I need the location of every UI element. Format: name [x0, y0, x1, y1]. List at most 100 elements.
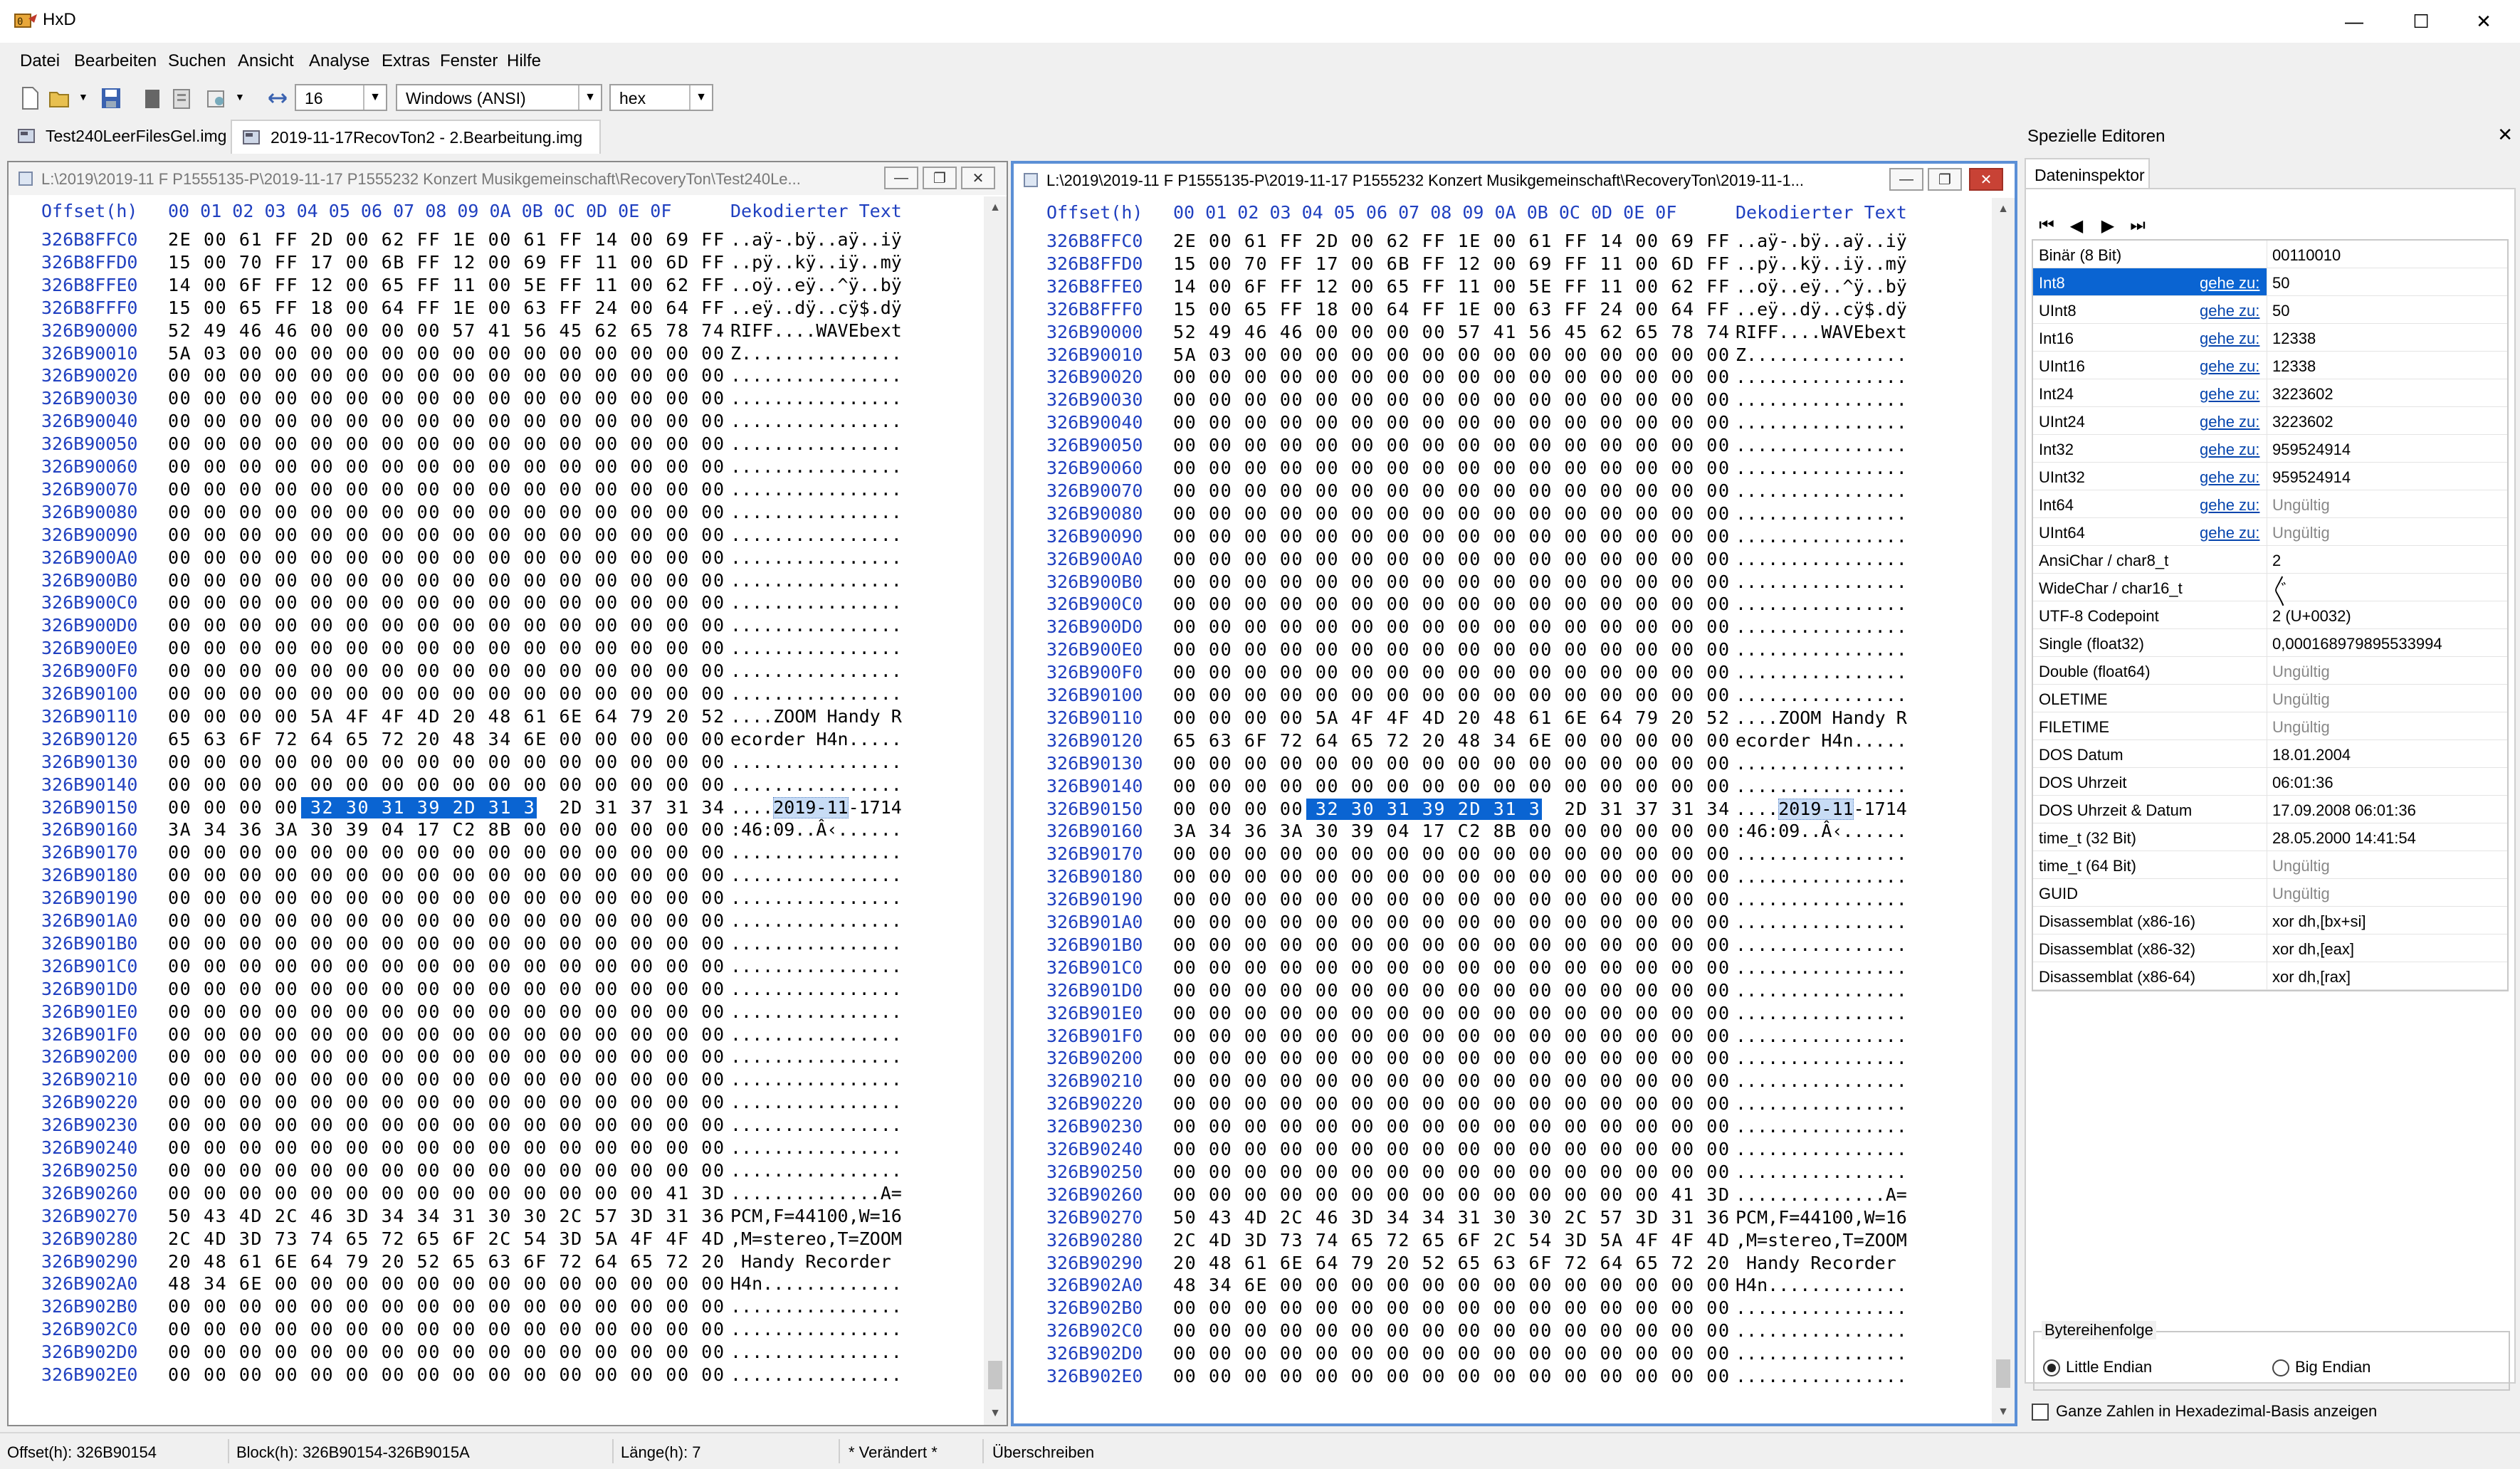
byte-cell[interactable]: 00: [168, 797, 204, 818]
inspector-value[interactable]: Ungültig: [2272, 857, 2330, 875]
inspector-row[interactable]: GUID Ungültig: [2033, 879, 2507, 907]
inspector-row[interactable]: UTF-8 Codepoint 2 (U+0032): [2033, 601, 2507, 629]
goto-link[interactable]: gehe zu:: [2200, 330, 2259, 348]
inspector-value[interactable]: 12338: [2272, 330, 2316, 348]
vertical-scrollbar[interactable]: ▲ ▼: [1992, 198, 2015, 1423]
inspector-row[interactable]: time_t (32 Bit) 28.05.2000 14:41:54: [2033, 823, 2507, 851]
byte-cell[interactable]: 37: [631, 797, 666, 818]
inspector-value[interactable]: xor dh,[eax]: [2272, 940, 2354, 959]
tab-dateninspektor[interactable]: Dateninspektor: [2025, 158, 2150, 189]
scroll-down-icon[interactable]: ▼: [1992, 1401, 2015, 1423]
goto-link[interactable]: gehe zu:: [2200, 441, 2259, 459]
byte-cell[interactable]: 2D: [1458, 799, 1493, 819]
byte-cell[interactable]: 31: [488, 797, 524, 818]
byte-cell[interactable]: 00: [1244, 799, 1280, 819]
editor-title-bar[interactable]: L:\2019\2019-11 F P1555135-P\2019-11-17 …: [1014, 164, 2015, 196]
byte-cell[interactable]: 00: [1173, 799, 1209, 819]
last-icon[interactable]: ⏭: [2127, 215, 2148, 236]
inspector-row[interactable]: UInt16 gehe zu: 12338: [2033, 352, 2507, 379]
byte-cell[interactable]: 32: [310, 797, 346, 818]
open-folder-icon[interactable]: [48, 85, 71, 111]
big-endian-radio[interactable]: [2272, 1359, 2289, 1376]
inspector-value[interactable]: 3223602: [2272, 413, 2333, 431]
inspector-value[interactable]: Ungültig: [2272, 524, 2330, 542]
byte-cell[interactable]: 31: [1493, 799, 1529, 819]
hex-base-label[interactable]: Ganze Zahlen in Hexadezimal-Basis anzeig…: [2056, 1402, 2377, 1421]
next-icon[interactable]: ▶: [2097, 215, 2119, 236]
inspector-row[interactable]: Binär (8 Bit) 00110010: [2033, 241, 2507, 268]
byte-cell[interactable]: 31: [1529, 799, 1565, 819]
hxd-app-icon[interactable]: 0: [14, 11, 38, 31]
inspector-row[interactable]: UInt32 gehe zu: 959524914: [2033, 463, 2507, 490]
scroll-up-icon[interactable]: ▲: [1992, 198, 2015, 221]
inspector-value[interactable]: 3223602: [2272, 385, 2333, 404]
byte-cell[interactable]: 32: [1316, 799, 1351, 819]
inspector-row[interactable]: Int24 gehe zu: 3223602: [2033, 379, 2507, 407]
byte-cell[interactable]: 2D: [453, 797, 488, 818]
byte-cell[interactable]: 31: [666, 797, 702, 818]
panel-close-button[interactable]: ✕: [2497, 124, 2513, 146]
inspector-row[interactable]: UInt8 gehe zu: 50: [2033, 296, 2507, 324]
menu-extras[interactable]: Extras: [382, 51, 430, 71]
goto-link[interactable]: gehe zu:: [2200, 357, 2259, 376]
menu-datei[interactable]: Datei: [20, 51, 60, 71]
inspector-value[interactable]: 2 (U+0032): [2272, 607, 2351, 626]
inspector-row[interactable]: UInt64 gehe zu: Ungültig: [2033, 518, 2507, 546]
byte-cell[interactable]: 39: [1422, 799, 1458, 819]
byte-cell[interactable]: 31: [595, 797, 631, 818]
inspector-row[interactable]: Disassemblat (x86-16) xor dh,[bx+si]: [2033, 907, 2507, 934]
scrollbar-thumb[interactable]: [988, 1361, 1002, 1389]
scroll-up-icon[interactable]: ▲: [984, 196, 1007, 219]
open-dropdown-icon[interactable]: ▼: [78, 91, 88, 102]
inspector-row[interactable]: Int16 gehe zu: 12338: [2033, 324, 2507, 352]
byte-cell[interactable]: 31: [382, 797, 417, 818]
goto-link[interactable]: gehe zu:: [2200, 385, 2259, 404]
byte-cell[interactable]: 2D: [1565, 799, 1600, 819]
inspector-value[interactable]: xor dh,[bx+si]: [2272, 912, 2366, 931]
editor-title-bar[interactable]: L:\2019\2019-11 F P1555135-P\2019-11-17 …: [9, 162, 1007, 195]
inspector-value[interactable]: Ungültig: [2272, 663, 2330, 681]
file-tab-recovton2[interactable]: 2019-11-17RecovTon2 - 2.Bearbeitung.img: [231, 120, 601, 154]
inspector-row[interactable]: DOS Uhrzeit & Datum 17.09.2008 06:01:36: [2033, 796, 2507, 823]
goto-link[interactable]: gehe zu:: [2200, 413, 2259, 431]
menu-fenster[interactable]: Fenster: [440, 51, 498, 71]
properties-icon[interactable]: [171, 85, 194, 111]
inspector-row[interactable]: OLETIME Ungültig: [2033, 685, 2507, 712]
inspector-value[interactable]: 17.09.2008 06:01:36: [2272, 801, 2416, 820]
byte-cell[interactable]: 30: [346, 797, 382, 818]
inspector-row[interactable]: UInt24 gehe zu: 3223602: [2033, 407, 2507, 435]
byte-cell[interactable]: 34: [1707, 799, 1731, 819]
editor-minimize-button[interactable]: —: [884, 167, 918, 189]
new-file-icon[interactable]: [19, 85, 41, 111]
inspector-row[interactable]: DOS Uhrzeit 06:01:36: [2033, 768, 2507, 796]
byte-cell[interactable]: 30: [1351, 799, 1387, 819]
save-icon[interactable]: [100, 85, 122, 111]
first-icon[interactable]: ⏮: [2036, 215, 2057, 236]
byte-cell[interactable]: 2D: [560, 797, 595, 818]
inspector-row[interactable]: WideChar / char16_t 〲: [2033, 574, 2507, 601]
inspector-value[interactable]: Ungültig: [2272, 690, 2330, 709]
scrollbar-thumb[interactable]: [1996, 1359, 2010, 1388]
close-window-button[interactable]: ✕: [2435, 0, 2520, 43]
inspector-value[interactable]: 12338: [2272, 357, 2316, 376]
inspector-row[interactable]: Double (float64) Ungültig: [2033, 657, 2507, 685]
editor-restore-button[interactable]: ❐: [1928, 168, 1962, 191]
hex-base-checkbox[interactable]: [2032, 1404, 2049, 1421]
inspector-value[interactable]: xor dh,[rax]: [2272, 968, 2351, 986]
inspector-row[interactable]: Int8 gehe zu: 50: [2033, 268, 2507, 296]
inspector-value[interactable]: 959524914: [2272, 441, 2351, 459]
close-file-icon[interactable]: [141, 85, 164, 111]
goto-link[interactable]: gehe zu:: [2200, 496, 2259, 515]
inspector-row[interactable]: time_t (64 Bit) Ungültig: [2033, 851, 2507, 879]
inspector-value[interactable]: 959524914: [2272, 468, 2351, 487]
byte-cell[interactable]: 00: [204, 797, 239, 818]
byte-cell[interactable]: 31: [1387, 799, 1422, 819]
print-icon[interactable]: [205, 85, 228, 111]
inspector-value[interactable]: 2: [2272, 552, 2281, 570]
inspector-row[interactable]: Int64 gehe zu: Ungültig: [2033, 490, 2507, 518]
menu-ansicht[interactable]: Ansicht: [238, 51, 294, 71]
inspector-row[interactable]: Disassemblat (x86-32) xor dh,[eax]: [2033, 934, 2507, 962]
inspector-row[interactable]: AnsiChar / char8_t 2: [2033, 546, 2507, 574]
hex-editor-window-right[interactable]: L:\2019\2019-11 F P1555135-P\2019-11-17 …: [1011, 161, 2017, 1426]
goto-link[interactable]: gehe zu:: [2200, 274, 2259, 293]
